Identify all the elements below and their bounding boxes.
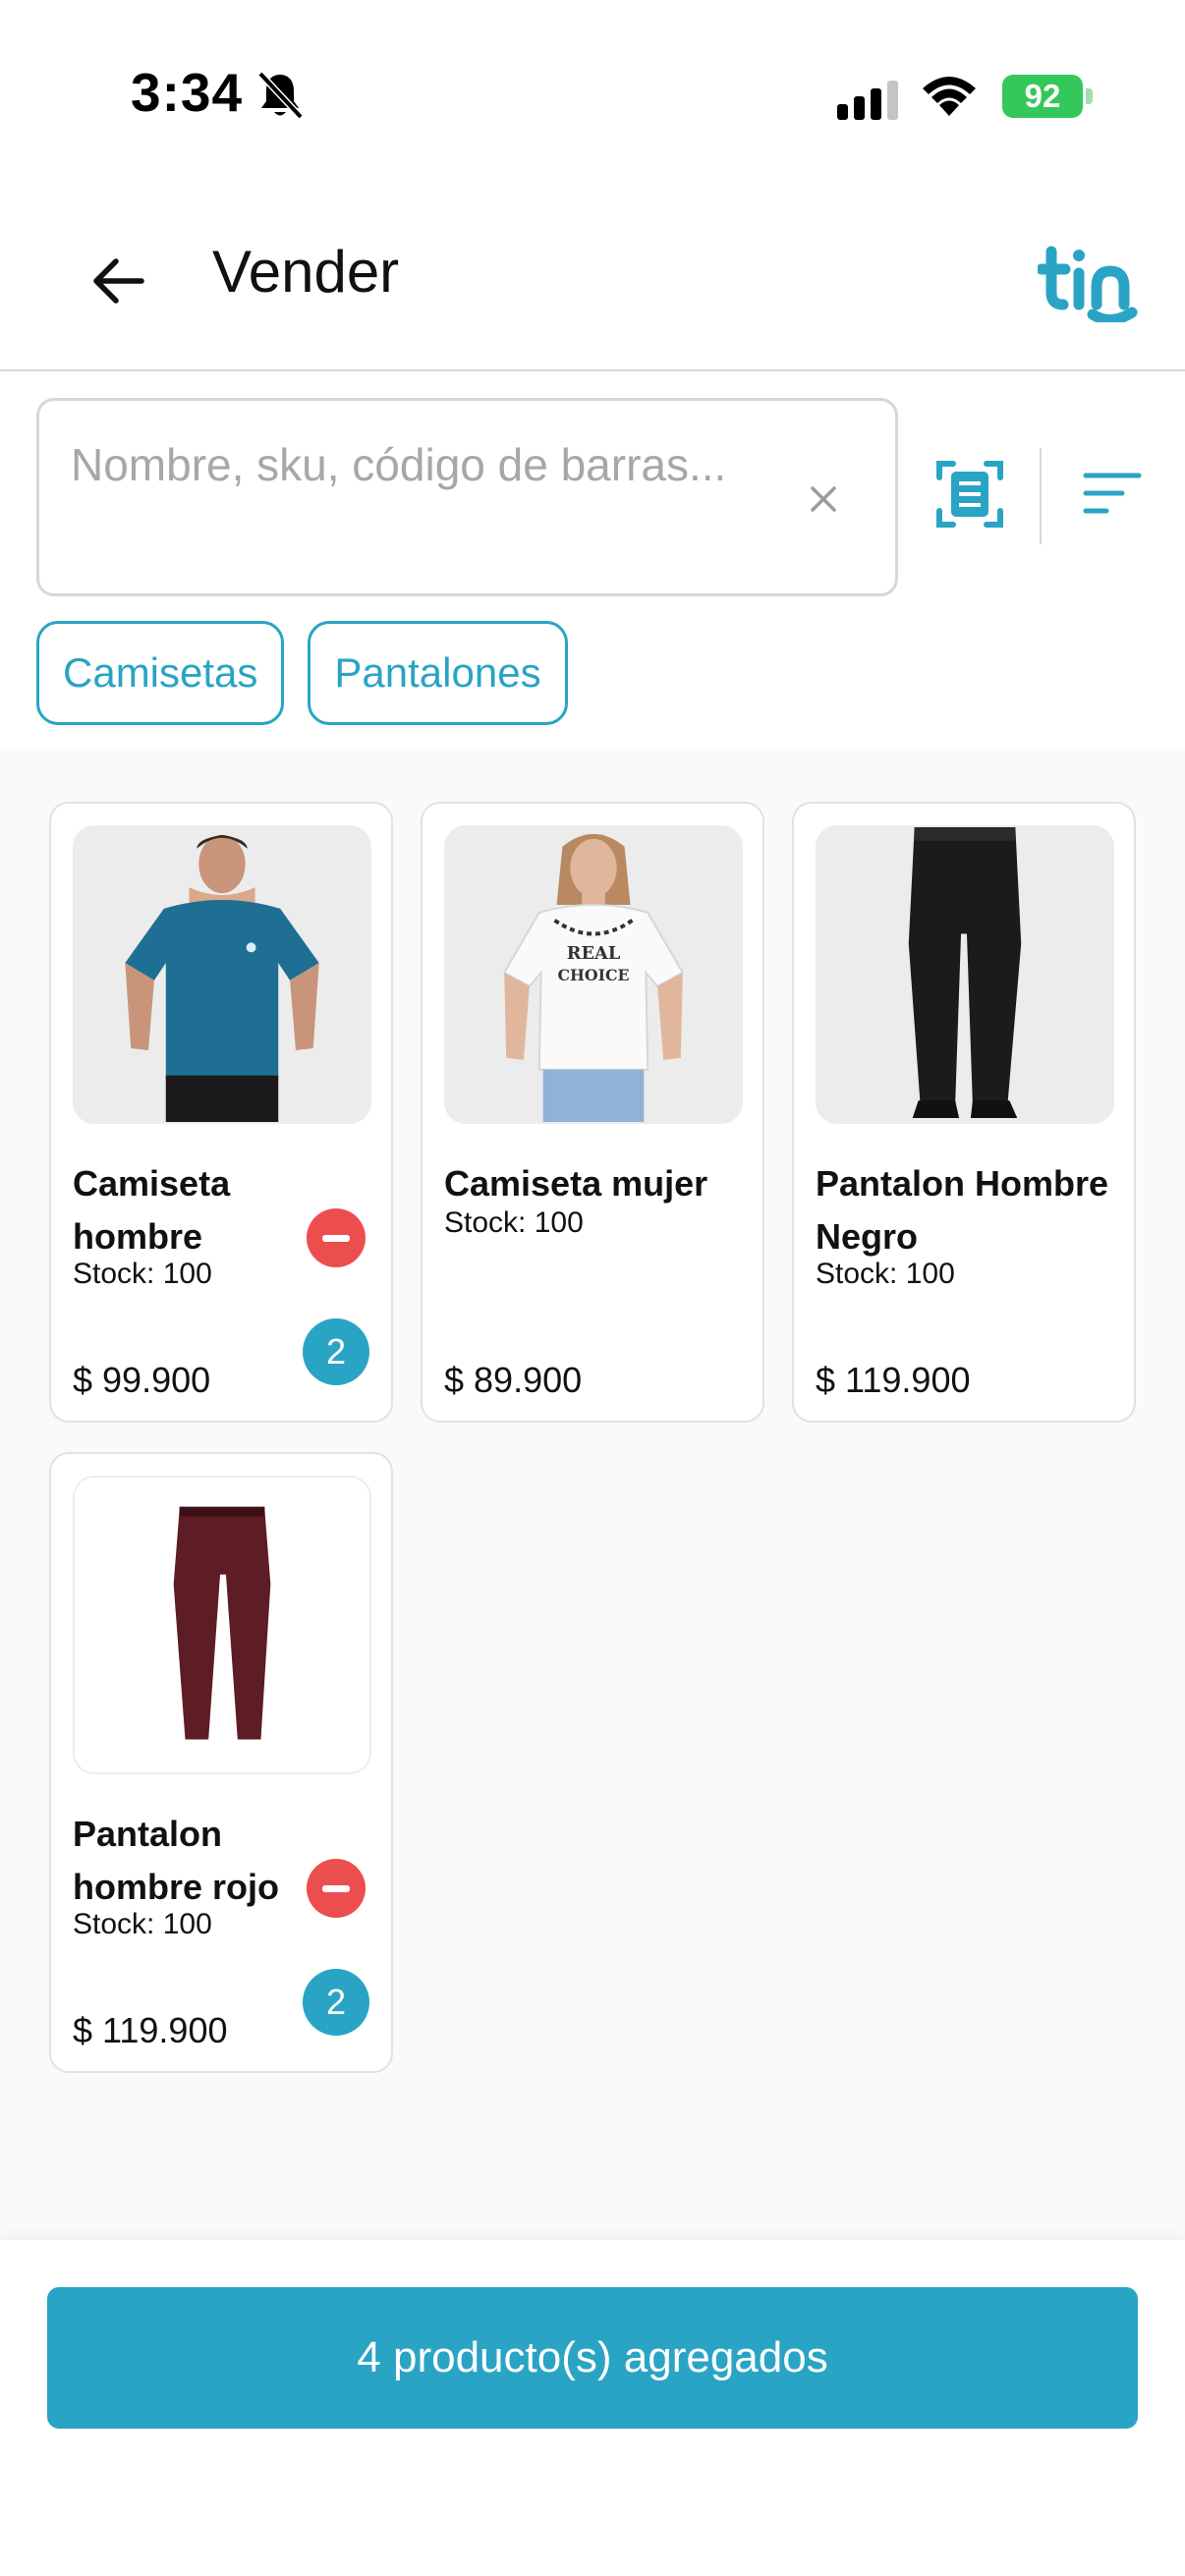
product-card[interactable]: Pantalon Hombre Negro Stock: 100 $ 119.9… [792,802,1136,1423]
search-input[interactable] [71,432,778,570]
app-header: Vender [0,187,1185,371]
quantity-badge: 2 [303,1969,369,2036]
clear-search-button[interactable] [804,479,843,519]
brand-logo [1038,246,1138,322]
category-chips: Camisetas Pantalones [36,621,568,727]
status-bar: 3:34 92 [0,0,1185,187]
product-stock: Stock: 100 [444,1206,584,1239]
product-name: Pantalon hombre rojo [73,1814,280,1907]
product-stock: Stock: 100 [73,1908,212,1940]
wifi-icon [923,77,976,116]
bell-slash-icon [257,71,303,120]
product-card[interactable]: REAL CHOICE Camiseta mujer Stock: 100 $ … [421,802,764,1423]
arrow-left-icon [93,258,144,304]
sort-filter-icon[interactable] [1083,470,1142,517]
battery-charging-icon: 92 [1002,75,1093,118]
product-image [73,1476,371,1774]
close-icon [811,486,836,512]
product-photo-tshirt-man [75,827,369,1122]
product-image: REAL CHOICE [444,825,743,1124]
product-grid: Camiseta hombre Stock: 100 $ 99.900 2 RE… [0,751,1185,2240]
product-card[interactable]: Camiseta hombre Stock: 100 $ 99.900 2 [49,802,393,1423]
cellular-signal-icon [837,81,898,120]
quantity-badge: 2 [303,1318,369,1385]
product-photo-tshirt-woman: REAL CHOICE [446,827,741,1122]
product-photo-pants-black [818,827,1112,1122]
remove-item-button[interactable] [307,1208,366,1267]
product-card[interactable]: Pantalon hombre rojo Stock: 100 $ 119.90… [49,1452,393,2073]
barcode-scan-icon[interactable] [935,460,1004,529]
product-photo-pants-red [75,1478,369,1772]
battery-level: 92 [1024,78,1061,114]
product-price: $ 89.900 [444,1360,583,1400]
status-time: 3:34 [131,62,244,123]
svg-text:REAL: REAL [567,943,621,964]
minus-icon [322,1884,350,1892]
category-chip-camisetas[interactable]: Camisetas [36,621,285,725]
product-name: Camiseta hombre [73,1163,231,1257]
added-products-button[interactable]: 4 producto(s) agregados [47,2287,1138,2429]
product-image [816,825,1114,1124]
remove-item-button[interactable] [307,1859,366,1918]
product-stock: Stock: 100 [816,1258,955,1290]
bottom-bar: 4 producto(s) agregados [0,2240,1185,2576]
product-name: Camiseta mujer [444,1163,708,1204]
page-title: Vender [212,239,400,305]
toolbar-divider [1040,448,1042,544]
product-price: $ 99.900 [73,1360,211,1400]
product-name: Pantalon Hombre Negro [816,1163,1109,1257]
product-price: $ 119.900 [73,2010,228,2050]
svg-text:CHOICE: CHOICE [557,966,629,984]
search-box [36,398,898,596]
search-area: Camisetas Pantalones [0,373,1185,751]
back-button[interactable] [81,244,155,318]
category-chip-pantalones[interactable]: Pantalones [308,621,568,725]
product-stock: Stock: 100 [73,1258,212,1290]
product-price: $ 119.900 [816,1360,971,1400]
minus-icon [322,1234,350,1242]
product-image [73,825,371,1124]
